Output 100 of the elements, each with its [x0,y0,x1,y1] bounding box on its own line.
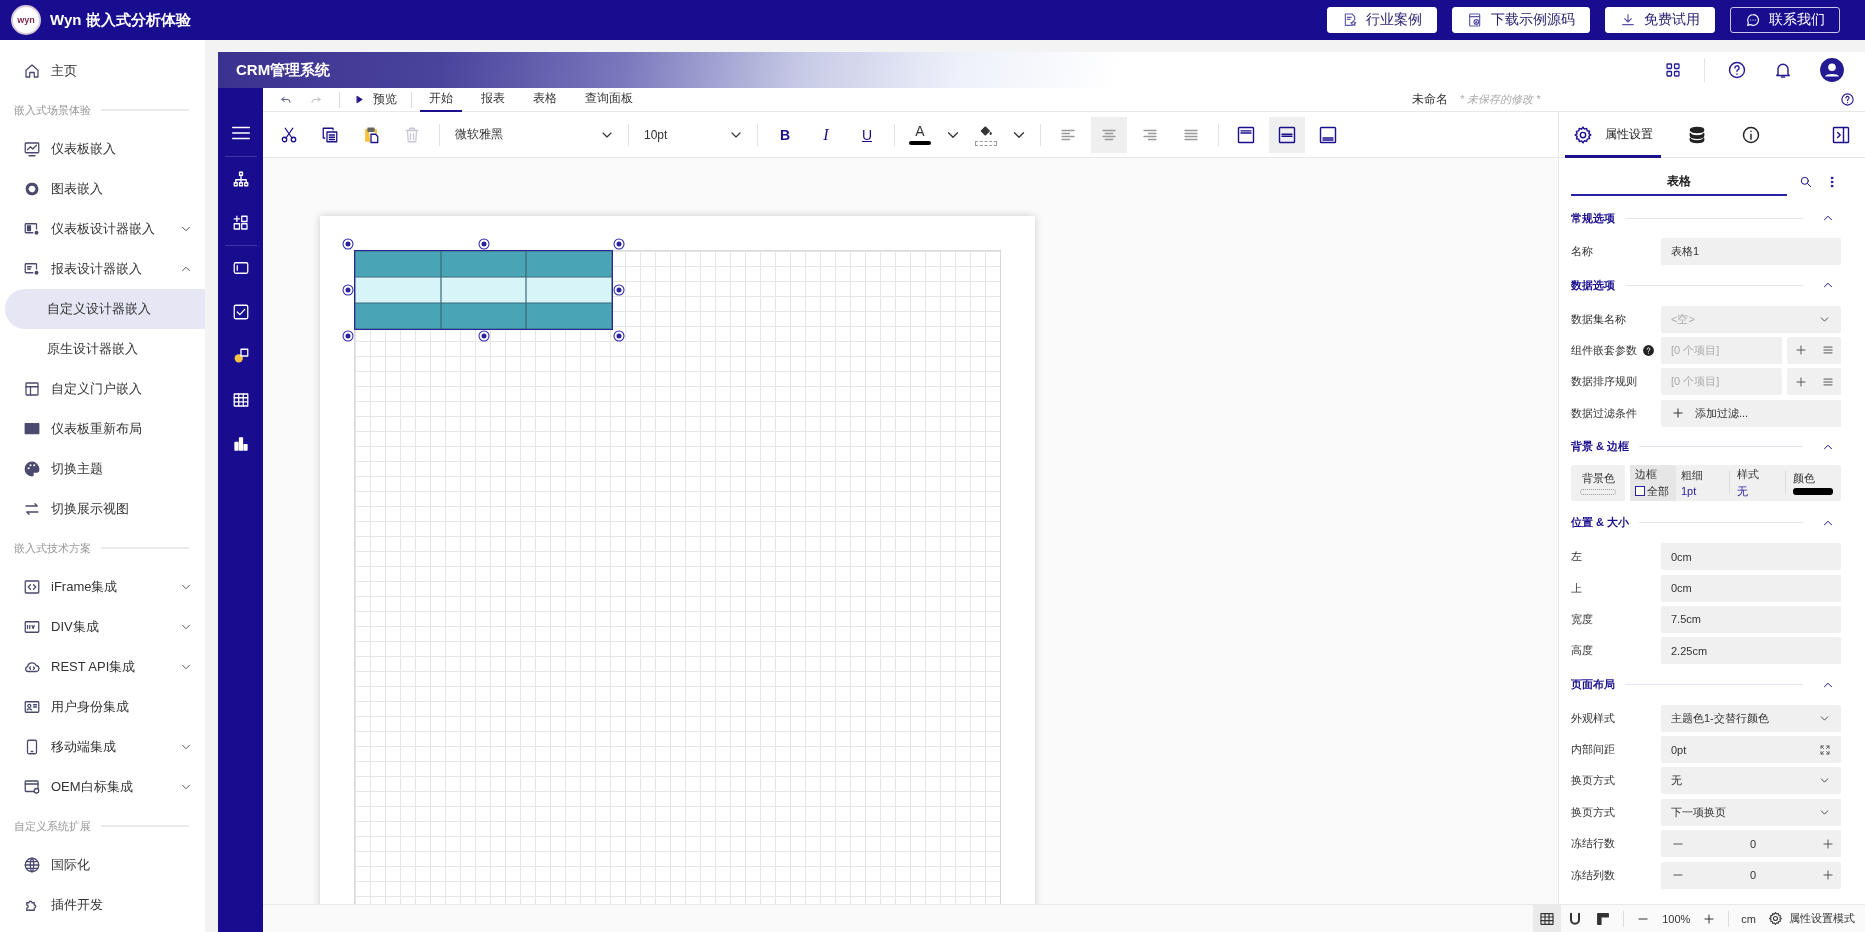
sidebar-item[interactable]: 仪表板嵌入 [0,129,205,169]
color-swatch[interactable] [1793,487,1833,495]
resize-handle[interactable] [479,331,488,341]
bold-button[interactable]: B [767,116,803,153]
swap-arrows-icon [23,500,41,518]
panel-collapse-icon[interactable] [1831,124,1851,145]
id-card-icon [23,698,41,716]
expand-icon[interactable] [1819,743,1831,756]
org-chart-icon[interactable] [231,170,250,188]
italic-button[interactable]: I [808,116,844,153]
text-field[interactable]: 表格1 [1661,238,1841,266]
ribbon-tab[interactable]: 查询面板 [576,87,642,112]
border-style-value[interactable]: 无 [1737,483,1785,499]
resize-handle[interactable] [479,239,488,249]
border-width-value[interactable]: 1pt [1681,485,1729,498]
paste-icon[interactable] [362,125,380,144]
search-icon[interactable] [1799,175,1813,189]
bar-chart-icon[interactable] [231,435,250,453]
copy-icon[interactable] [321,125,339,144]
apps-grid-icon[interactable] [1664,61,1682,79]
sidebar-item[interactable]: 国际化 [0,845,205,885]
logo[interactable]: wyn [11,5,41,35]
stepper-value: 0 [1749,869,1757,882]
download-icon [1620,12,1636,28]
font-size-dropdown[interactable]: 10pt [638,119,748,150]
padding-field[interactable]: 0pt [1661,736,1841,764]
text-field[interactable]: 0cm [1661,543,1841,571]
resize-handle[interactable] [343,331,353,341]
sidebar-subitem[interactable]: 原生设计器嵌入 [0,329,205,369]
help-icon[interactable] [1642,343,1655,357]
align-top-icon[interactable] [1236,124,1256,145]
mode-button[interactable]: 属性设置模式 [1768,911,1855,926]
sidebar-item[interactable]: 插件开发 [0,885,205,925]
background-color-control[interactable]: 背景色 [1571,464,1625,501]
sidebar-item[interactable]: 用户身份集成 [0,687,205,727]
ring-chart-icon [23,180,41,198]
field-label: 数据过滤条件 [1571,405,1637,421]
text-field[interactable]: 2.25cm [1661,637,1841,665]
field-label: 宽度 [1571,611,1593,627]
resize-handle[interactable] [343,239,353,249]
sidebar-item[interactable]: 切换展示视图 [0,489,205,529]
header-button[interactable]: 行业案例 [1327,7,1437,33]
underline-button[interactable]: U [849,116,885,153]
stepper-value: 0 [1749,837,1757,850]
dropdown-field[interactable]: 无 [1661,767,1841,795]
field-label: 换页方式 [1571,773,1615,789]
resize-handle[interactable] [614,285,624,295]
resize-handle[interactable] [614,239,624,249]
ribbon-tab[interactable]: 报表 [472,87,514,112]
sidebar-item[interactable]: 图表嵌入 [0,169,205,209]
font-color-button[interactable]: A [904,116,936,153]
home-icon [23,62,41,80]
checkbox-icon[interactable] [231,303,250,321]
document-download-icon [1467,12,1483,28]
sidebar-item[interactable]: iFrame集成 [0,567,205,607]
header-button[interactable]: 免费试用 [1605,7,1715,33]
globe-icon [23,856,41,874]
sidebar-item[interactable]: 仪表板重新布局 [0,409,205,449]
help-icon[interactable] [1727,60,1747,80]
sidebar-subitem[interactable]: 自定义设计器嵌入 [5,289,205,329]
header-button[interactable]: 联系我们 [1730,7,1840,33]
sidebar-item[interactable]: REST API集成 [0,647,205,687]
preview-button[interactable]: 预览 [348,91,403,108]
field-label: 边框 [1635,466,1658,482]
sidebar-item[interactable]: 主页 [0,51,205,91]
table-icon[interactable] [231,391,250,409]
align-middle-icon[interactable] [1277,124,1297,145]
add-filter-button[interactable]: 添加过滤... [1661,399,1841,427]
field-label: 背景色 [1581,470,1615,486]
ribbon-tab[interactable]: 开始 [420,87,462,112]
text-field[interactable]: 7.5cm [1661,605,1841,633]
report-table[interactable] [355,251,612,329]
sidebar-item[interactable]: 切换主题 [0,449,205,489]
sidebar-item[interactable]: 报表设计器嵌入 [0,249,205,289]
unit-label[interactable]: cm [1741,912,1756,925]
sidebar-item[interactable]: OEM白标集成 [0,767,205,807]
sidebar-item[interactable]: 移动端集成 [0,727,205,767]
text-box-icon[interactable] [231,259,250,277]
resize-handle[interactable] [343,285,353,295]
object-tab[interactable]: 表格 [1571,168,1787,196]
sidebar-item[interactable]: DIV集成 [0,607,205,647]
all-sides-checkbox[interactable]: 全部 [1635,483,1676,499]
dashboard-edit-icon [23,220,41,238]
ribbon-tab[interactable]: 表格 [524,87,566,112]
align-bottom-icon[interactable] [1318,124,1338,145]
dropdown-field[interactable]: 主题色1-交替行颜色 [1661,704,1841,732]
add-grid-icon[interactable] [231,214,250,232]
resize-handle[interactable] [614,331,624,341]
field-label: 内部间距 [1571,742,1615,758]
panel-tab[interactable]: 属性设置 [1565,111,1661,158]
sidebar-item[interactable]: 仪表板设计器嵌入 [0,209,205,249]
font-dropdown[interactable]: 微软雅黑 [449,119,619,150]
user-avatar-icon[interactable] [1819,57,1845,83]
sidebar-item[interactable]: 自定义门户嵌入 [0,369,205,409]
text-field[interactable]: 0cm [1661,574,1841,602]
help-icon[interactable] [1840,92,1855,107]
zoom-in-icon[interactable] [1702,911,1717,926]
dropdown-field[interactable]: 下一项换页 [1661,798,1841,826]
header-button[interactable]: 下载示例源码 [1452,7,1590,33]
scissors-icon[interactable] [280,125,298,144]
